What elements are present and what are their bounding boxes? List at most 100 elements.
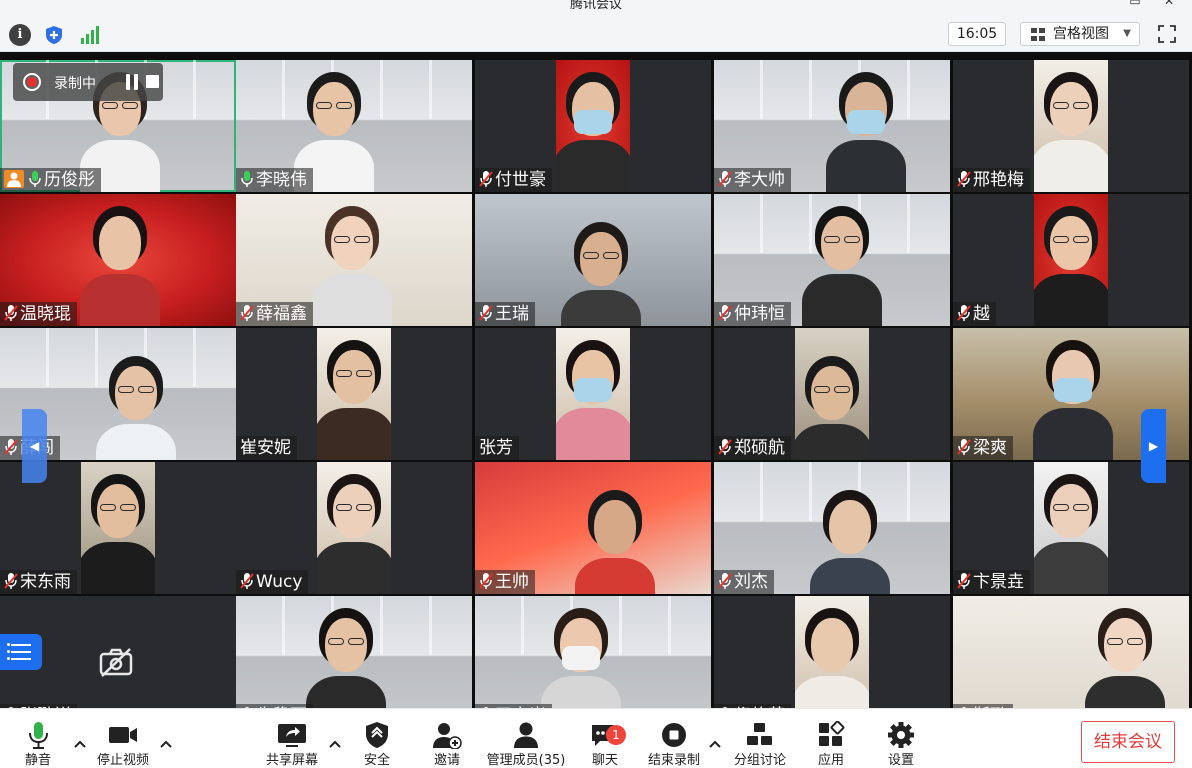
participant-tile[interactable]: 靳璐 xyxy=(953,596,1189,708)
participant-video xyxy=(1085,596,1165,708)
breakout-rooms-button[interactable]: 分组讨论 xyxy=(728,709,792,768)
stop-recording-button[interactable] xyxy=(146,75,159,88)
fullscreen-icon[interactable] xyxy=(1156,23,1178,45)
title-bar: 腾讯会议 ▭ ✕ xyxy=(0,0,1192,16)
manage-members-button[interactable]: 管理成员(35) xyxy=(483,709,569,768)
mute-button[interactable]: 静音 xyxy=(8,709,68,768)
mic-muted-icon xyxy=(957,171,971,187)
host-icon xyxy=(4,170,24,188)
invite-button[interactable]: 邀请 xyxy=(420,709,474,768)
participant-tile[interactable]: 付世豪 xyxy=(475,60,711,192)
participant-name-tag: 李大帅 xyxy=(714,168,791,192)
meeting-timer: 16:05 xyxy=(948,22,1006,46)
participant-video xyxy=(317,462,391,594)
stop-video-button[interactable]: 停止视频 xyxy=(88,709,158,768)
share-options-chevron-icon[interactable] xyxy=(328,739,342,749)
pause-recording-button[interactable] xyxy=(125,74,139,90)
participant-video xyxy=(575,462,655,594)
meeting-toolbar: 静音 停止视频 共享屏幕 安全 邀请 管理成员(35) 1 聊天 结束录制 分组… xyxy=(0,708,1192,768)
participant-name-tag: 付世豪 xyxy=(475,168,552,192)
participant-tile[interactable]: 邢艳梅 xyxy=(953,60,1189,192)
video-options-chevron-icon[interactable] xyxy=(159,739,173,749)
portrait-video xyxy=(81,462,155,594)
members-icon xyxy=(514,722,538,748)
info-icon[interactable]: i xyxy=(9,24,31,46)
share-screen-button[interactable]: 共享屏幕 xyxy=(256,709,328,768)
signal-icon[interactable] xyxy=(78,24,100,46)
settings-label: 设置 xyxy=(887,753,914,768)
apps-button[interactable]: 应用 xyxy=(804,709,858,768)
camera-off-icon xyxy=(99,648,133,677)
participant-video xyxy=(795,596,869,708)
breakout-rooms-icon xyxy=(747,723,772,745)
meeting-window: { "window": { "title": "腾讯会议" }, "topbar… xyxy=(0,0,1192,768)
mic-muted-icon xyxy=(957,305,971,321)
add-user-icon xyxy=(433,723,462,749)
shield-icon[interactable] xyxy=(43,24,65,46)
participant-tile[interactable]: 越 xyxy=(953,194,1189,326)
end-recording-button[interactable]: 结束录制 xyxy=(640,709,708,768)
participant-video xyxy=(826,60,906,192)
participant-tile[interactable]: 崔安妮 xyxy=(236,328,472,460)
view-mode-dropdown[interactable]: 宫格视图 ▼ xyxy=(1020,22,1140,46)
mic-muted-icon xyxy=(718,573,732,589)
prev-page-button[interactable]: ◀ xyxy=(22,409,47,483)
participant-tile[interactable]: 朱稳丽 xyxy=(236,596,472,708)
participant-tile[interactable]: 王帅 xyxy=(475,462,711,594)
participant-tile[interactable]: 王文岩 xyxy=(475,596,711,708)
mic-muted-icon xyxy=(479,305,493,321)
participant-name-tag: 郑硕航 xyxy=(714,436,791,460)
manage-members-label: 管理成员(35) xyxy=(486,753,566,768)
minimize-icon[interactable]: ▭ xyxy=(1128,0,1142,8)
mic-muted-icon xyxy=(4,305,18,321)
participant-name: 宋东雨 xyxy=(20,572,71,592)
participant-name-tag: 薛福鑫 xyxy=(236,302,313,326)
grid-view-icon xyxy=(1031,28,1045,41)
participant-tile[interactable]: 张芳 xyxy=(475,328,711,460)
record-icon xyxy=(23,73,41,91)
participant-list-button[interactable] xyxy=(0,634,42,670)
participant-name-tag: 历俊彤 xyxy=(0,168,101,192)
portrait-video xyxy=(795,596,869,708)
participant-tile[interactable]: 温晓琨 xyxy=(0,194,236,326)
end-meeting-button[interactable]: 结束会议 xyxy=(1081,721,1175,763)
portrait-video xyxy=(1034,60,1108,192)
participant-video xyxy=(802,194,882,326)
gear-icon xyxy=(888,722,914,748)
share-screen-label: 共享屏幕 xyxy=(265,753,318,768)
security-button[interactable]: 安全 xyxy=(350,709,404,768)
audio-options-chevron-icon[interactable] xyxy=(73,739,87,749)
participant-name-tag: 王帅 xyxy=(475,570,535,594)
portrait-video xyxy=(795,328,869,460)
participant-name-tag: 张芳 xyxy=(475,436,519,460)
mic-on-icon xyxy=(241,171,253,187)
portrait-video xyxy=(1034,462,1108,594)
participant-tile[interactable]: 李晓伟 xyxy=(236,60,472,192)
security-shield-icon xyxy=(366,722,388,748)
participant-name: 崔安妮 xyxy=(240,438,291,458)
participant-tile[interactable]: 刘杰 xyxy=(714,462,950,594)
stop-record-icon xyxy=(662,723,686,747)
next-page-button[interactable]: ▶ xyxy=(1141,409,1166,483)
participant-tile[interactable]: 倪艳萍 xyxy=(714,596,950,708)
participant-name-tag: 仲玮恒 xyxy=(714,302,791,326)
chat-button[interactable]: 1 聊天 xyxy=(578,709,632,768)
participant-video xyxy=(561,194,641,326)
breakout-rooms-label: 分组讨论 xyxy=(733,753,786,768)
security-label: 安全 xyxy=(363,753,390,768)
meeting-topbar: i 16:05 宫格视图 ▼ xyxy=(0,16,1192,52)
participant-tile[interactable]: Wucy xyxy=(236,462,472,594)
recording-options-chevron-icon[interactable] xyxy=(708,739,722,749)
participant-tile[interactable]: 李大帅 xyxy=(714,60,950,192)
participant-tile[interactable]: 仲玮恒 xyxy=(714,194,950,326)
participant-name: 张芳 xyxy=(479,438,513,458)
participant-tile[interactable]: 薛福鑫 xyxy=(236,194,472,326)
close-icon[interactable]: ✕ xyxy=(1162,0,1176,8)
mic-muted-icon xyxy=(240,573,254,589)
recording-label: 录制中 xyxy=(54,76,96,92)
chat-unread-badge: 1 xyxy=(606,725,626,745)
participant-tile[interactable]: 王瑞 xyxy=(475,194,711,326)
participant-video xyxy=(306,596,386,708)
settings-button[interactable]: 设置 xyxy=(874,709,928,768)
participant-tile[interactable]: 郑硕航 xyxy=(714,328,950,460)
